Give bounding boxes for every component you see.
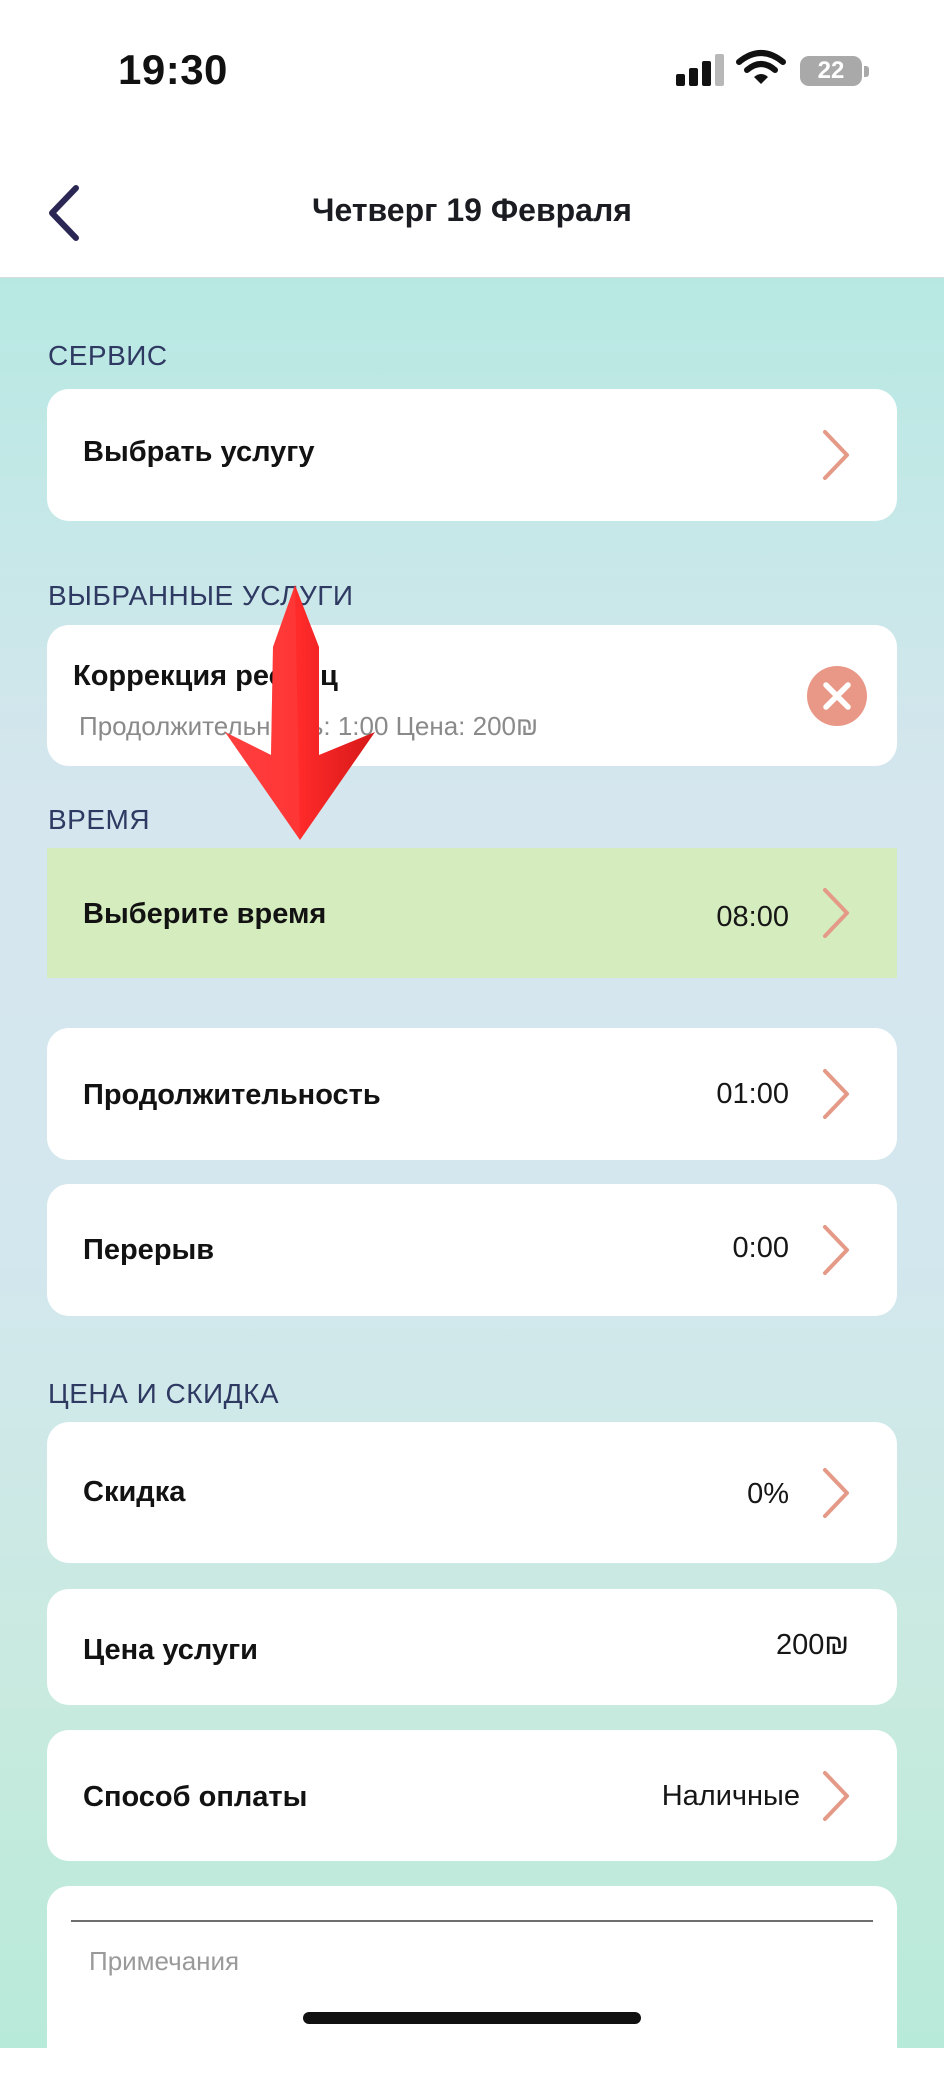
- section-label-price: ЦЕНА И СКИДКА: [48, 1378, 280, 1409]
- chevron-right-icon: [823, 1069, 849, 1119]
- discount-label: Скидка: [83, 1476, 186, 1508]
- section-label-service: СЕРВИС: [48, 340, 168, 371]
- notes-divider: [71, 1920, 873, 1922]
- battery-icon: 22: [800, 56, 862, 86]
- choose-service-row[interactable]: Выбрать услугу: [47, 389, 897, 521]
- service-price-value: 200₪: [775, 1629, 849, 1661]
- duration-label: Продолжительность: [83, 1079, 381, 1111]
- notes-input[interactable]: Примечания: [89, 1946, 239, 1977]
- payment-method-row[interactable]: Способ оплаты Наличные: [47, 1730, 897, 1861]
- service-price-row: Цена услуги 200₪: [47, 1589, 897, 1705]
- duration-value: 01:00: [716, 1078, 789, 1110]
- red-arrow-annotation: [225, 585, 375, 840]
- selected-service-card: Коррекция ресниц Продолжительность: 1:00…: [47, 625, 897, 766]
- chevron-right-icon: [823, 1468, 849, 1518]
- page-title: Четверг 19 Февраля: [312, 192, 632, 228]
- section-label-time: ВРЕМЯ: [48, 804, 151, 835]
- status-time: 19:30: [118, 46, 228, 93]
- navigation-bar: Четверг 19 Февраля: [0, 140, 944, 278]
- signal-icon: [676, 52, 726, 86]
- break-label: Перерыв: [83, 1234, 215, 1266]
- home-indicator: [303, 2012, 641, 2024]
- battery-tip: [864, 66, 869, 77]
- chevron-right-icon: [823, 430, 849, 480]
- status-bar: 19:30 22: [0, 0, 944, 140]
- choose-time-row[interactable]: Выберите время 08:00: [47, 848, 897, 978]
- payment-method-label: Способ оплаты: [83, 1781, 308, 1813]
- chevron-right-icon: [823, 1771, 849, 1821]
- close-icon: [823, 682, 851, 710]
- choose-time-value: 08:00: [716, 901, 789, 933]
- chevron-right-icon: [823, 1225, 849, 1275]
- discount-value: 0%: [747, 1478, 789, 1510]
- remove-service-button[interactable]: [807, 666, 867, 726]
- discount-row[interactable]: Скидка 0%: [47, 1422, 897, 1563]
- choose-time-label: Выберите время: [83, 898, 327, 930]
- break-row[interactable]: Перерыв 0:00: [47, 1184, 897, 1316]
- choose-service-label: Выбрать услугу: [83, 436, 315, 468]
- wifi-icon: [736, 50, 786, 84]
- payment-method-value: Наличные: [661, 1780, 800, 1812]
- notes-card[interactable]: Примечания: [47, 1886, 897, 2086]
- service-price-label: Цена услуги: [83, 1634, 258, 1666]
- battery-level: 22: [817, 57, 845, 84]
- duration-row[interactable]: Продолжительность 01:00: [47, 1028, 897, 1160]
- break-value: 0:00: [732, 1232, 789, 1264]
- chevron-right-icon: [823, 888, 849, 938]
